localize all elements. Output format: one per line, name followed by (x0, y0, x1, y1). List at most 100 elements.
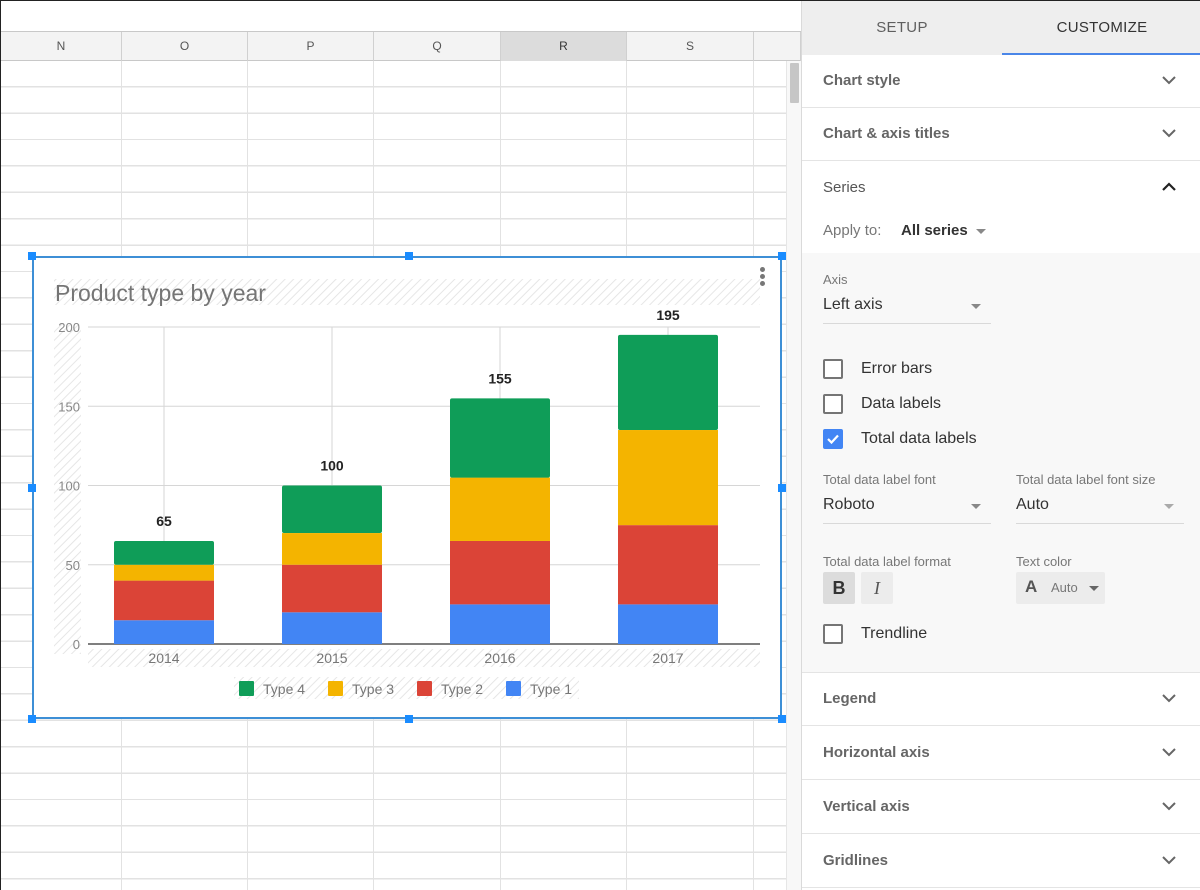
trendline-checkbox[interactable] (823, 624, 843, 644)
legend-label: Type 1 (530, 681, 572, 697)
column-header-p[interactable]: P (248, 32, 374, 61)
legend-swatch (328, 681, 343, 696)
bar-segment-type-3 (114, 564, 214, 581)
apply-to-value: All series (901, 222, 968, 239)
legend-swatch (506, 681, 521, 696)
resize-handle-top-left[interactable] (28, 252, 36, 260)
total-data-labels-checkbox[interactable] (823, 429, 843, 449)
section-title: Legend (823, 690, 877, 707)
bar-segment-type-2 (114, 580, 214, 621)
ytick-label: 200 (58, 320, 80, 335)
xtick-label: 2017 (652, 650, 683, 666)
chevron-up-icon (1162, 182, 1176, 191)
bar-segment-type-4 (114, 540, 214, 565)
total-label-font-size-value: Auto (1016, 496, 1049, 513)
dropdown-caret-icon (976, 228, 987, 234)
total-data-label: 100 (320, 458, 344, 474)
text-color-icon: A (1025, 577, 1038, 596)
total-label-font-label: Total data label font (823, 472, 936, 487)
bar-segment-type-2 (450, 540, 550, 605)
section-chart-axis-titles[interactable]: Chart & axis titles (802, 108, 1200, 161)
total-label-font-value: Roboto (823, 496, 875, 513)
data-labels-checkbox[interactable] (823, 394, 843, 414)
chart-canvas: Product type by year 0 50 100 150 200 65 100 1… (54, 279, 760, 699)
resize-handle-top-right[interactable] (778, 252, 786, 260)
chart-more-options-icon[interactable] (758, 266, 766, 288)
bar-segment-type-1 (114, 620, 214, 644)
section-title: Vertical axis (823, 798, 910, 815)
legend-label: Type 3 (352, 681, 394, 697)
section-vertical-axis[interactable]: Vertical axis (802, 781, 1200, 834)
column-header-q[interactable]: Q (374, 32, 501, 61)
axis-select[interactable]: Left axis (823, 290, 991, 324)
section-legend[interactable]: Legend (802, 673, 1200, 726)
bar-segment-type-4 (618, 334, 718, 431)
chart-editor-sidebar: SETUP CUSTOMIZE Chart style Chart & axis… (801, 1, 1200, 890)
data-labels-label: Data labels (861, 395, 942, 412)
vertical-scrollbar[interactable] (786, 61, 801, 890)
resize-handle-bottom[interactable] (405, 715, 413, 723)
legend-swatch (239, 681, 254, 696)
total-data-label: 155 (488, 370, 512, 386)
app-window: N O P Q R S Product type by year 0 50 10… (0, 0, 1200, 890)
chevron-down-icon (1162, 694, 1176, 703)
bar-segment-type-1 (618, 604, 718, 644)
axis-value: Left axis (823, 296, 883, 313)
column-header-next[interactable] (754, 32, 801, 61)
error-bars-label: Error bars (861, 360, 933, 377)
total-data-labels-label: Total data labels (861, 430, 977, 447)
apply-to-label: Apply to: (823, 222, 882, 239)
bar-segment-type-4 (282, 485, 382, 534)
bar-segment-type-3 (618, 430, 718, 526)
section-gridlines[interactable]: Gridlines (802, 835, 1200, 888)
total-label-font-select[interactable]: Roboto (823, 490, 991, 524)
apply-to-dropdown[interactable]: All series (901, 222, 987, 239)
legend-swatch (417, 681, 432, 696)
total-label-format-label: Total data label format (823, 554, 951, 569)
total-label-font-size-select[interactable]: Auto (1016, 490, 1184, 524)
section-horizontal-axis[interactable]: Horizontal axis (802, 727, 1200, 780)
resize-handle-bottom-right[interactable] (778, 715, 786, 723)
resize-handle-left[interactable] (28, 484, 36, 492)
xtick-label: 2016 (484, 650, 515, 666)
sheet-toolbar-area (1, 1, 801, 31)
bar-segment-type-2 (282, 564, 382, 613)
text-color-label: Text color (1016, 554, 1072, 569)
chevron-down-icon (1162, 856, 1176, 865)
chevron-down-icon (1162, 129, 1176, 138)
text-color-value: Auto (1051, 580, 1078, 595)
section-title: Series (823, 179, 866, 196)
column-header-n[interactable]: N (1, 32, 122, 61)
error-bars-checkbox[interactable] (823, 359, 843, 379)
bold-button[interactable]: B (823, 572, 855, 604)
dropdown-caret-icon (971, 304, 981, 309)
embedded-chart[interactable]: Product type by year 0 50 100 150 200 65 100 1… (28, 252, 786, 723)
scrollbar-thumb[interactable] (790, 63, 799, 103)
total-data-label: 195 (656, 307, 680, 323)
section-series-header[interactable]: Series (802, 162, 1200, 215)
italic-button[interactable]: I (861, 572, 893, 604)
section-series: Series (802, 162, 1200, 253)
axis-label: Axis (823, 272, 848, 287)
total-data-label: 65 (156, 513, 172, 529)
resize-handle-right[interactable] (778, 484, 786, 492)
section-chart-style[interactable]: Chart style (802, 55, 1200, 108)
column-header-o[interactable]: O (122, 32, 248, 61)
trendline-label: Trendline (861, 625, 928, 642)
editor-tabs: SETUP CUSTOMIZE (802, 1, 1200, 55)
section-title: Chart style (823, 72, 901, 89)
chevron-down-icon (1162, 802, 1176, 811)
resize-handle-bottom-left[interactable] (28, 715, 36, 723)
text-color-picker[interactable]: A Auto (1016, 572, 1105, 604)
tab-setup[interactable]: SETUP (802, 1, 1002, 55)
checkmark-icon (827, 434, 839, 445)
legend-label: Type 2 (441, 681, 483, 697)
bar-segment-type-3 (282, 533, 382, 565)
tab-customize[interactable]: CUSTOMIZE (1002, 1, 1200, 55)
column-header-r[interactable]: R (501, 32, 627, 61)
resize-handle-top[interactable] (405, 252, 413, 260)
column-header-row: N O P Q R S (1, 31, 801, 61)
chart-title[interactable]: Product type by year (55, 280, 266, 306)
ytick-label: 150 (58, 399, 80, 414)
column-header-s[interactable]: S (627, 32, 754, 61)
